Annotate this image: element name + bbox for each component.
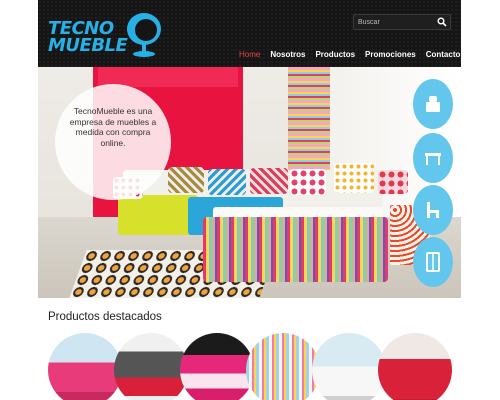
hero-pillow — [290, 169, 326, 195]
egg-chair-logo-icon — [127, 13, 161, 57]
chair-icon — [427, 202, 439, 218]
nav-nosotros[interactable]: Nosotros — [265, 49, 310, 61]
nav-contacto[interactable]: Contacto — [421, 49, 466, 61]
page-frame: TECNO MUEBLE Home Nosotros Productos Pro… — [0, 0, 500, 400]
white-chair-image[interactable] — [312, 333, 386, 400]
hero-banner: TecnoMueble es una empresa de muebles a … — [38, 67, 461, 298]
hero-sofa-striped — [203, 217, 388, 282]
hero-pillow — [250, 168, 288, 194]
pink-bed-image[interactable] — [180, 333, 254, 400]
website-page: TECNO MUEBLE Home Nosotros Productos Pro… — [38, 0, 461, 400]
nav-home[interactable]: Home — [234, 49, 265, 61]
featured-products-strip — [48, 333, 453, 400]
grey-sofa-image[interactable] — [114, 333, 188, 400]
hero-pillow — [334, 163, 374, 193]
site-logo[interactable]: TECNO MUEBLE — [48, 12, 168, 62]
intro-text: TecnoMueble es una empresa de muebles a … — [69, 106, 157, 148]
search-input[interactable] — [354, 15, 434, 29]
category-tabs — [413, 79, 453, 287]
bed-icon — [426, 96, 440, 112]
red-armchair-image[interactable] — [378, 333, 452, 400]
main-navigation: Home Nosotros Productos Promociones Cont… — [234, 49, 465, 61]
hero-sofa-yellow — [118, 195, 198, 235]
category-tab-wardrobes[interactable] — [413, 237, 453, 287]
site-header: TECNO MUEBLE Home Nosotros Productos Pro… — [38, 0, 461, 67]
search-box — [353, 14, 451, 30]
hero-pillow — [378, 170, 408, 194]
featured-products-section: Productos destacados — [38, 298, 461, 400]
featured-products-title: Productos destacados — [48, 311, 162, 323]
logo-wordmark: TECNO MUEBLE — [48, 20, 128, 56]
pink-sofa-image[interactable] — [48, 333, 122, 400]
hero-pillow — [168, 167, 204, 193]
nav-promociones[interactable]: Promociones — [360, 49, 421, 61]
table-icon — [425, 153, 441, 165]
category-tab-tables[interactable] — [413, 133, 453, 183]
category-tab-chairs[interactable] — [413, 185, 453, 235]
striped-curtain-image[interactable] — [246, 333, 320, 400]
hero-pillow — [208, 169, 246, 195]
category-tab-beds[interactable] — [413, 79, 453, 129]
wardrobe-icon — [426, 252, 440, 272]
intro-bubble: TecnoMueble es una empresa de muebles a … — [55, 84, 171, 200]
nav-productos[interactable]: Productos — [310, 49, 360, 61]
logo-line-2: MUEBLE — [48, 35, 128, 56]
search-icon[interactable] — [437, 17, 447, 27]
